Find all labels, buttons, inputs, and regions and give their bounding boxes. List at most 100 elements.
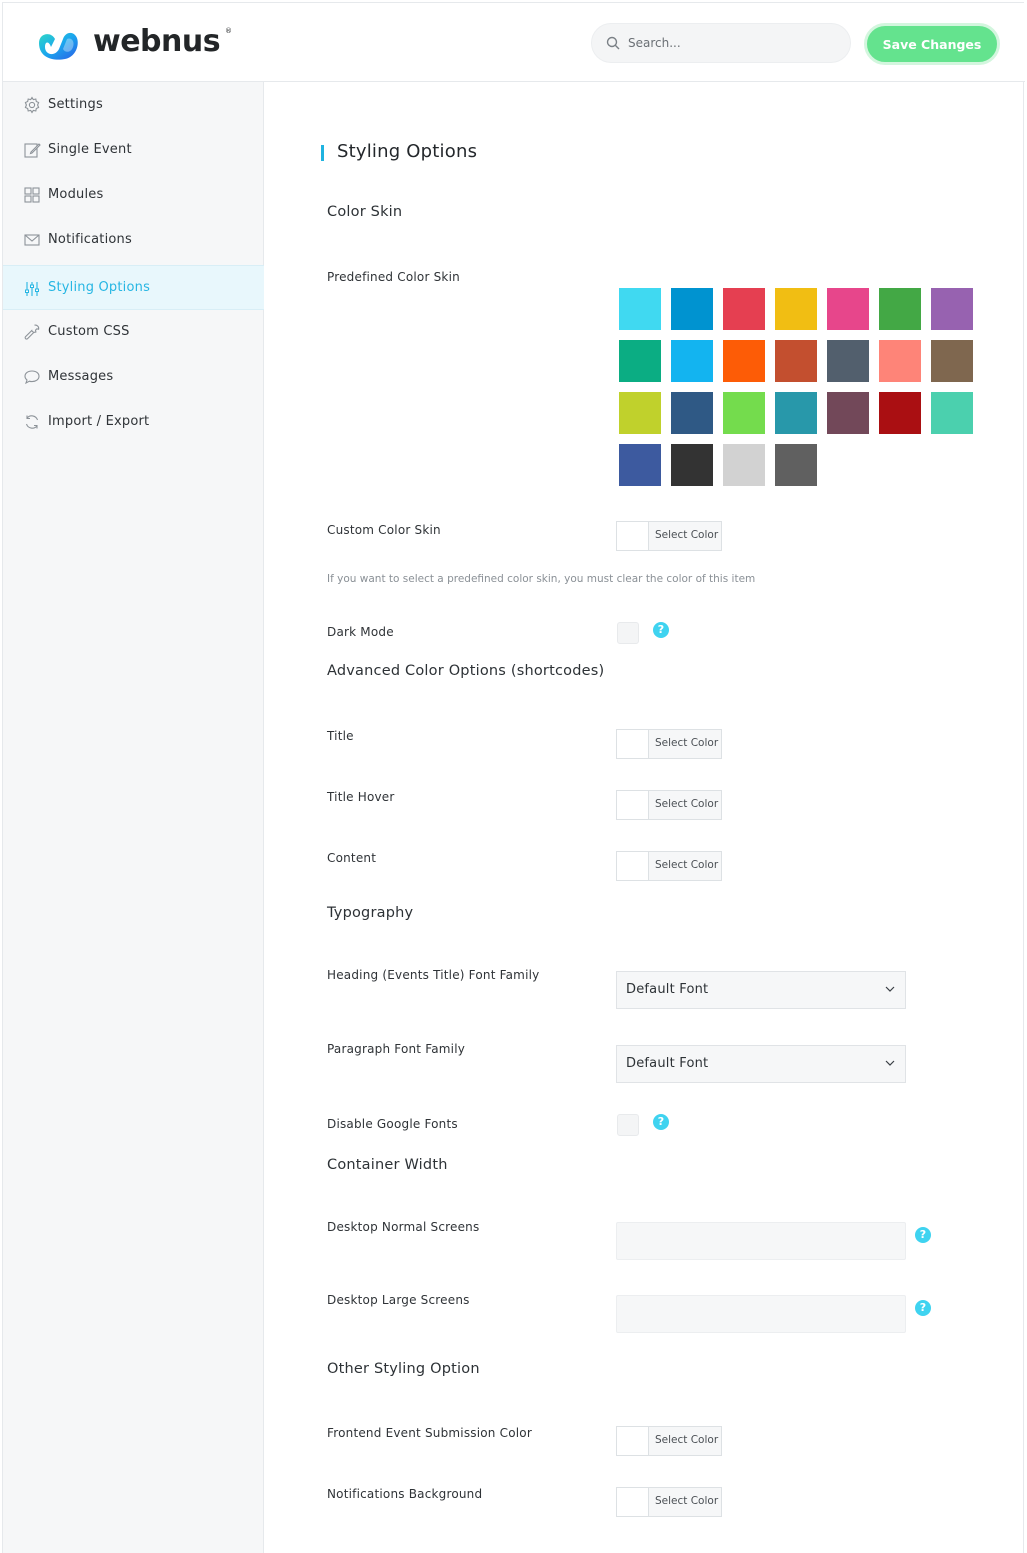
fes-color-picker[interactable]: Select Color: [616, 1426, 722, 1456]
select-color-label: Select Color: [655, 798, 719, 810]
sidebar-item-label: Single Event: [48, 142, 132, 157]
sidebar-item-label: Custom CSS: [48, 324, 130, 339]
select-color-label: Select Color: [655, 859, 719, 871]
sidebar-item-modules[interactable]: Modules: [3, 172, 264, 217]
color-preview: [617, 852, 649, 880]
desktop-large-screens-label: Desktop Large Screens: [327, 1293, 470, 1307]
notifications-background-picker[interactable]: Select Color: [616, 1487, 722, 1517]
help-icon[interactable]: ?: [915, 1300, 931, 1316]
select-value: Default Font: [626, 1056, 709, 1071]
sidebar-item-label: Modules: [48, 187, 104, 202]
advanced-color-heading: Advanced Color Options (shortcodes): [327, 663, 605, 679]
color-preview: [617, 1488, 649, 1516]
heading-font-family-select[interactable]: Default Font: [616, 971, 906, 1009]
dark-mode-checkbox[interactable]: [617, 622, 639, 644]
color-swatch[interactable]: [723, 392, 765, 434]
sidebar-item-messages[interactable]: Messages: [3, 354, 264, 399]
sidebar-item-import-export[interactable]: Import / Export: [3, 399, 264, 444]
grid-icon: [24, 187, 40, 203]
search-input[interactable]: [628, 24, 838, 62]
brand-wordmark: webnus: [93, 24, 221, 59]
select-color-label: Select Color: [655, 737, 719, 749]
page-title: Styling Options: [321, 141, 477, 163]
wrench-icon: [24, 324, 40, 340]
color-swatch[interactable]: [671, 392, 713, 434]
gear-icon: [24, 96, 40, 114]
registered-mark: ®: [225, 27, 232, 35]
notifications-background-label: Notifications Background: [327, 1487, 483, 1501]
color-swatch[interactable]: [723, 340, 765, 382]
color-swatch[interactable]: [827, 288, 869, 330]
sliders-icon: [25, 282, 39, 296]
color-swatch[interactable]: [931, 392, 973, 434]
color-skin-note: If you want to select a predefined color…: [327, 573, 756, 585]
color-swatch[interactable]: [775, 444, 817, 486]
edit-icon: [24, 143, 41, 158]
fes-color-label: Frontend Event Submission Color: [327, 1426, 532, 1440]
color-preview: [617, 791, 649, 819]
color-swatch[interactable]: [775, 340, 817, 382]
select-value: Default Font: [626, 982, 709, 997]
color-swatch[interactable]: [879, 392, 921, 434]
help-icon[interactable]: ?: [915, 1227, 931, 1243]
help-icon[interactable]: ?: [653, 1114, 669, 1130]
typography-heading: Typography: [327, 905, 414, 921]
help-icon[interactable]: ?: [653, 622, 669, 638]
dark-mode-label: Dark Mode: [327, 625, 394, 639]
search-box[interactable]: [591, 23, 851, 63]
disable-google-fonts-checkbox[interactable]: [617, 1114, 639, 1136]
custom-color-skin-label: Custom Color Skin: [327, 523, 441, 537]
envelope-icon: [24, 234, 40, 246]
color-swatch[interactable]: [775, 392, 817, 434]
color-swatch[interactable]: [723, 288, 765, 330]
color-swatch[interactable]: [775, 288, 817, 330]
paragraph-font-family-label: Paragraph Font Family: [327, 1042, 466, 1056]
refresh-icon: [25, 415, 39, 429]
chevron-down-icon: [885, 986, 895, 992]
color-swatch[interactable]: [619, 340, 661, 382]
chat-bubble-icon: [24, 370, 40, 385]
desktop-normal-screens-label: Desktop Normal Screens: [327, 1220, 480, 1234]
sidebar-item-label: Settings: [48, 97, 103, 112]
other-styling-heading: Other Styling Option: [327, 1361, 480, 1377]
color-swatch[interactable]: [723, 444, 765, 486]
chevron-down-icon: [885, 1060, 895, 1066]
paragraph-font-family-select[interactable]: Default Font: [616, 1045, 906, 1083]
sidebar-item-custom-css[interactable]: Custom CSS: [3, 309, 264, 354]
color-swatch[interactable]: [827, 340, 869, 382]
color-preview: [617, 522, 649, 550]
color-swatch[interactable]: [619, 288, 661, 330]
color-swatch[interactable]: [931, 340, 973, 382]
color-swatch[interactable]: [827, 392, 869, 434]
main-content: Styling Options Color Skin Predefined Co…: [265, 83, 1025, 1553]
title-hover-color-label: Title Hover: [327, 790, 395, 804]
app-frame: webnus ® Save Changes Settings Si: [2, 2, 1025, 1553]
title-hover-color-picker[interactable]: Select Color: [616, 790, 722, 820]
sidebar-item-notifications[interactable]: Notifications: [3, 217, 264, 262]
sidebar-item-settings[interactable]: Settings: [3, 82, 264, 127]
content-color-label: Content: [327, 851, 377, 865]
color-swatch[interactable]: [619, 444, 661, 486]
select-color-label: Select Color: [655, 529, 719, 541]
sidebar: Settings Single Event Modules Notificati…: [3, 82, 264, 1553]
sidebar-item-styling-options[interactable]: Styling Options: [3, 265, 264, 310]
color-swatch[interactable]: [879, 340, 921, 382]
color-swatch[interactable]: [931, 288, 973, 330]
desktop-normal-screens-input[interactable]: [616, 1222, 906, 1260]
select-color-label: Select Color: [655, 1434, 719, 1446]
color-swatch[interactable]: [671, 340, 713, 382]
color-swatch[interactable]: [879, 288, 921, 330]
color-skin-heading: Color Skin: [327, 204, 403, 220]
webnus-logo[interactable]: webnus ®: [37, 24, 237, 63]
sidebar-item-single-event[interactable]: Single Event: [3, 127, 264, 172]
heading-font-family-label: Heading (Events Title) Font Family: [327, 968, 540, 982]
save-changes-button[interactable]: Save Changes: [864, 23, 1000, 65]
content-color-picker[interactable]: Select Color: [616, 851, 722, 881]
desktop-large-screens-input[interactable]: [616, 1295, 906, 1333]
color-swatch[interactable]: [671, 444, 713, 486]
color-swatch[interactable]: [619, 392, 661, 434]
custom-color-skin-picker[interactable]: Select Color: [616, 521, 722, 551]
color-swatch[interactable]: [671, 288, 713, 330]
sidebar-item-label: Notifications: [48, 232, 132, 247]
title-color-picker[interactable]: Select Color: [616, 729, 722, 759]
